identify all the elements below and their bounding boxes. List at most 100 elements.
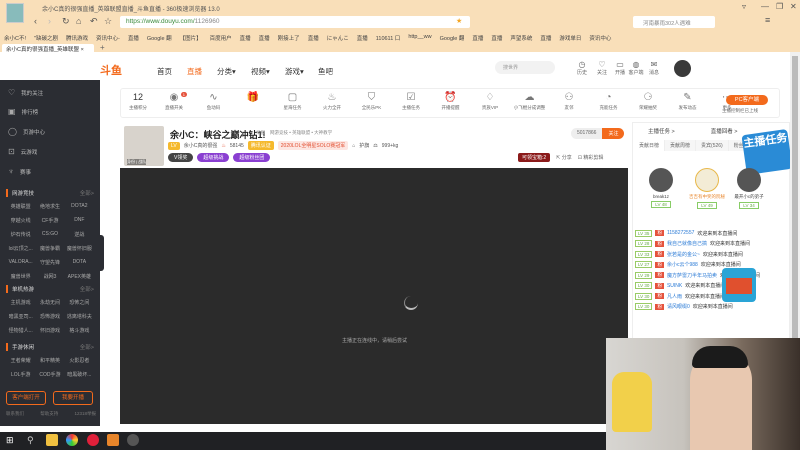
toolbar-item[interactable]: ◉ 直播开关 1 xyxy=(157,92,191,111)
sidebar-item-follow[interactable]: ♡ 我的关注 xyxy=(8,88,43,97)
tab-weekly[interactable]: 贡献周榜 xyxy=(665,140,697,151)
bookmark-item[interactable]: 资讯中心 xyxy=(589,34,611,44)
section-more[interactable]: 全部> xyxy=(80,285,94,293)
start-live-button[interactable]: ▭ 开播 xyxy=(612,60,628,76)
game-link[interactable]: DOTA xyxy=(65,259,94,266)
nav-home[interactable]: 首页 xyxy=(157,66,172,77)
fan-club-tag[interactable]: 超级粉丝团 xyxy=(233,153,271,162)
game-link[interactable]: 主机游戏 xyxy=(6,299,35,306)
bookmark-item[interactable]: 直播 xyxy=(472,34,483,44)
undo-icon[interactable]: ↶ xyxy=(90,16,98,27)
game-link[interactable]: 火影忍者 xyxy=(65,357,94,364)
bookmark-item[interactable]: 直播 xyxy=(259,34,270,44)
nav-games[interactable]: 游戏▾ xyxy=(285,66,304,77)
vip-tag[interactable]: V领奖 xyxy=(168,153,194,162)
toolbar-item[interactable]: ☁ 小飞棍分成调整 xyxy=(513,92,547,111)
browser-user-avatar[interactable] xyxy=(6,3,24,23)
bookmark-item[interactable]: 直播 xyxy=(308,34,319,44)
rank-item[interactable]: break1z LV 48 xyxy=(638,168,684,208)
rank-item[interactable]: 吉吉有中奖的阮秘 LV 49 xyxy=(684,168,730,209)
minimize-button[interactable]: — xyxy=(761,2,769,11)
game-link[interactable]: 怀旧游戏 xyxy=(35,327,64,334)
bookmark-item[interactable]: 【图片】 xyxy=(180,34,202,44)
stream-category[interactable]: 网游竞技 • 英雄联盟 • 大神教学 xyxy=(270,130,332,136)
nav-live[interactable]: 直播 xyxy=(187,66,202,77)
bookmark-item[interactable]: 腾讯游戏 xyxy=(66,34,88,44)
toolbar-item[interactable]: ◔ 充能任务 xyxy=(592,92,626,111)
game-link[interactable]: APEX英雄 xyxy=(65,273,94,280)
bookmark-item[interactable]: "缺碳之剧 xyxy=(34,34,58,44)
tab-vip[interactable]: 贵宾(526) xyxy=(696,140,729,151)
douyu-logo[interactable]: 斗鱼 xyxy=(100,62,122,78)
browser-icon[interactable] xyxy=(66,434,78,446)
nav-yuba[interactable]: 鱼吧 xyxy=(318,66,333,77)
nav-category[interactable]: 分类▾ xyxy=(217,66,236,77)
game-link[interactable]: DOTA2 xyxy=(65,203,94,210)
forward-icon[interactable]: › xyxy=(48,16,51,26)
tab-daily[interactable]: 贡献日榜 xyxy=(634,140,666,151)
open-client-button[interactable]: 客户端打开 xyxy=(6,391,46,405)
game-link[interactable]: LOL手游 xyxy=(6,371,35,378)
section-more[interactable]: 全部> xyxy=(80,189,94,197)
bookmark-item[interactable]: にゃんこ xyxy=(327,34,349,44)
follow-button[interactable]: ♡ 关注 xyxy=(594,60,610,76)
toolbar-item[interactable]: ✎ 发布动态 xyxy=(671,92,705,111)
obs-icon[interactable] xyxy=(127,434,139,446)
messages-button[interactable]: ✉ 消息 xyxy=(646,60,662,76)
browser-search-input[interactable]: 河南暴雨302人遇难 xyxy=(633,16,715,28)
bookmark-item[interactable]: 余小C不! xyxy=(4,34,26,44)
bookmark-item[interactable]: 直播 xyxy=(357,34,368,44)
app-icon[interactable] xyxy=(107,434,119,446)
video-player[interactable] xyxy=(120,168,628,424)
chat-username[interactable]: 请风眼缀0 xyxy=(667,303,690,310)
bookmark-item[interactable]: 直播 xyxy=(240,34,251,44)
address-bar[interactable]: https://www.douyu.com/1126960 xyxy=(120,16,470,28)
game-link[interactable]: 穿越火线 xyxy=(6,217,35,224)
windows-start-icon[interactable]: ⊞ xyxy=(6,435,14,446)
site-search-input[interactable]: 搜世界 xyxy=(495,61,555,74)
game-link[interactable]: CF手游 xyxy=(35,217,64,224)
app-icon[interactable] xyxy=(87,434,99,446)
home-icon[interactable]: ⌂ xyxy=(76,16,81,26)
streamer-avatar[interactable]: 身份 | 战队 xyxy=(124,126,164,166)
toolbar-item[interactable]: ⛉ 全民乐PK xyxy=(355,92,389,111)
search-icon[interactable]: ⚲ xyxy=(27,435,34,446)
game-link[interactable]: 魔兽争霸 xyxy=(35,245,64,252)
game-link[interactable]: 格斗游戏 xyxy=(65,327,94,334)
back-icon[interactable]: ‹ xyxy=(34,16,37,26)
promo-ad[interactable] xyxy=(722,268,756,302)
toolbar-item[interactable]: ⏰ 开播提醒 xyxy=(434,92,468,111)
game-link[interactable]: 怪物猎人... xyxy=(6,327,35,334)
game-link[interactable]: VALORA... xyxy=(6,259,35,266)
maximize-button[interactable]: ❐ xyxy=(776,2,783,11)
toolbar-item[interactable]: ☑ 主播任务 xyxy=(394,92,428,111)
file-explorer-icon[interactable] xyxy=(46,434,58,446)
game-link[interactable]: 绝地求生 xyxy=(35,203,64,210)
toolbar-item[interactable]: ∿ 鱼动码 xyxy=(197,92,231,111)
follow-streamer-button[interactable]: 关注 xyxy=(602,128,625,139)
clip-button[interactable]: ⊡ 精彩剪辑 xyxy=(578,154,604,161)
share-button[interactable]: ⇱ 分享 xyxy=(556,154,572,161)
toolbar-item[interactable]: ⚆ 荣耀抽奖 xyxy=(631,92,665,111)
game-link[interactable]: DNF xyxy=(65,217,94,224)
bookmark-item[interactable]: Google 翻 xyxy=(440,34,465,44)
bookmark-item[interactable]: 直播 xyxy=(540,34,551,44)
close-button[interactable]: ✕ xyxy=(790,2,797,11)
chat-username[interactable]: 我自己就像自己搞 xyxy=(667,240,707,247)
game-link[interactable]: 永劫无间 xyxy=(35,299,64,306)
game-link[interactable]: 英雄联盟 xyxy=(6,203,35,210)
reload-icon[interactable]: ↻ xyxy=(62,16,70,27)
bookmark-item[interactable]: 直播 xyxy=(491,34,502,44)
bookmark-item[interactable]: Google 翻 xyxy=(147,34,172,44)
bookmark-item[interactable]: 声望系统 xyxy=(510,34,532,44)
toolbar-item[interactable]: ▢ 星海任务 xyxy=(276,92,310,111)
game-link[interactable]: 逆战 xyxy=(65,231,94,238)
game-link[interactable]: 恐怖游戏 xyxy=(35,313,64,320)
skin-icon[interactable]: ▿ xyxy=(742,2,746,11)
history-button[interactable]: ◷ 历史 xyxy=(574,60,590,76)
star-icon[interactable]: ☆ xyxy=(104,16,112,27)
bookmark-item[interactable]: 直播 xyxy=(128,34,139,44)
bookmark-item[interactable]: 游戏单日 xyxy=(559,34,581,44)
bookmark-item[interactable]: http__ww xyxy=(408,34,431,44)
chat-username[interactable]: 余小c云个988 xyxy=(667,261,698,268)
